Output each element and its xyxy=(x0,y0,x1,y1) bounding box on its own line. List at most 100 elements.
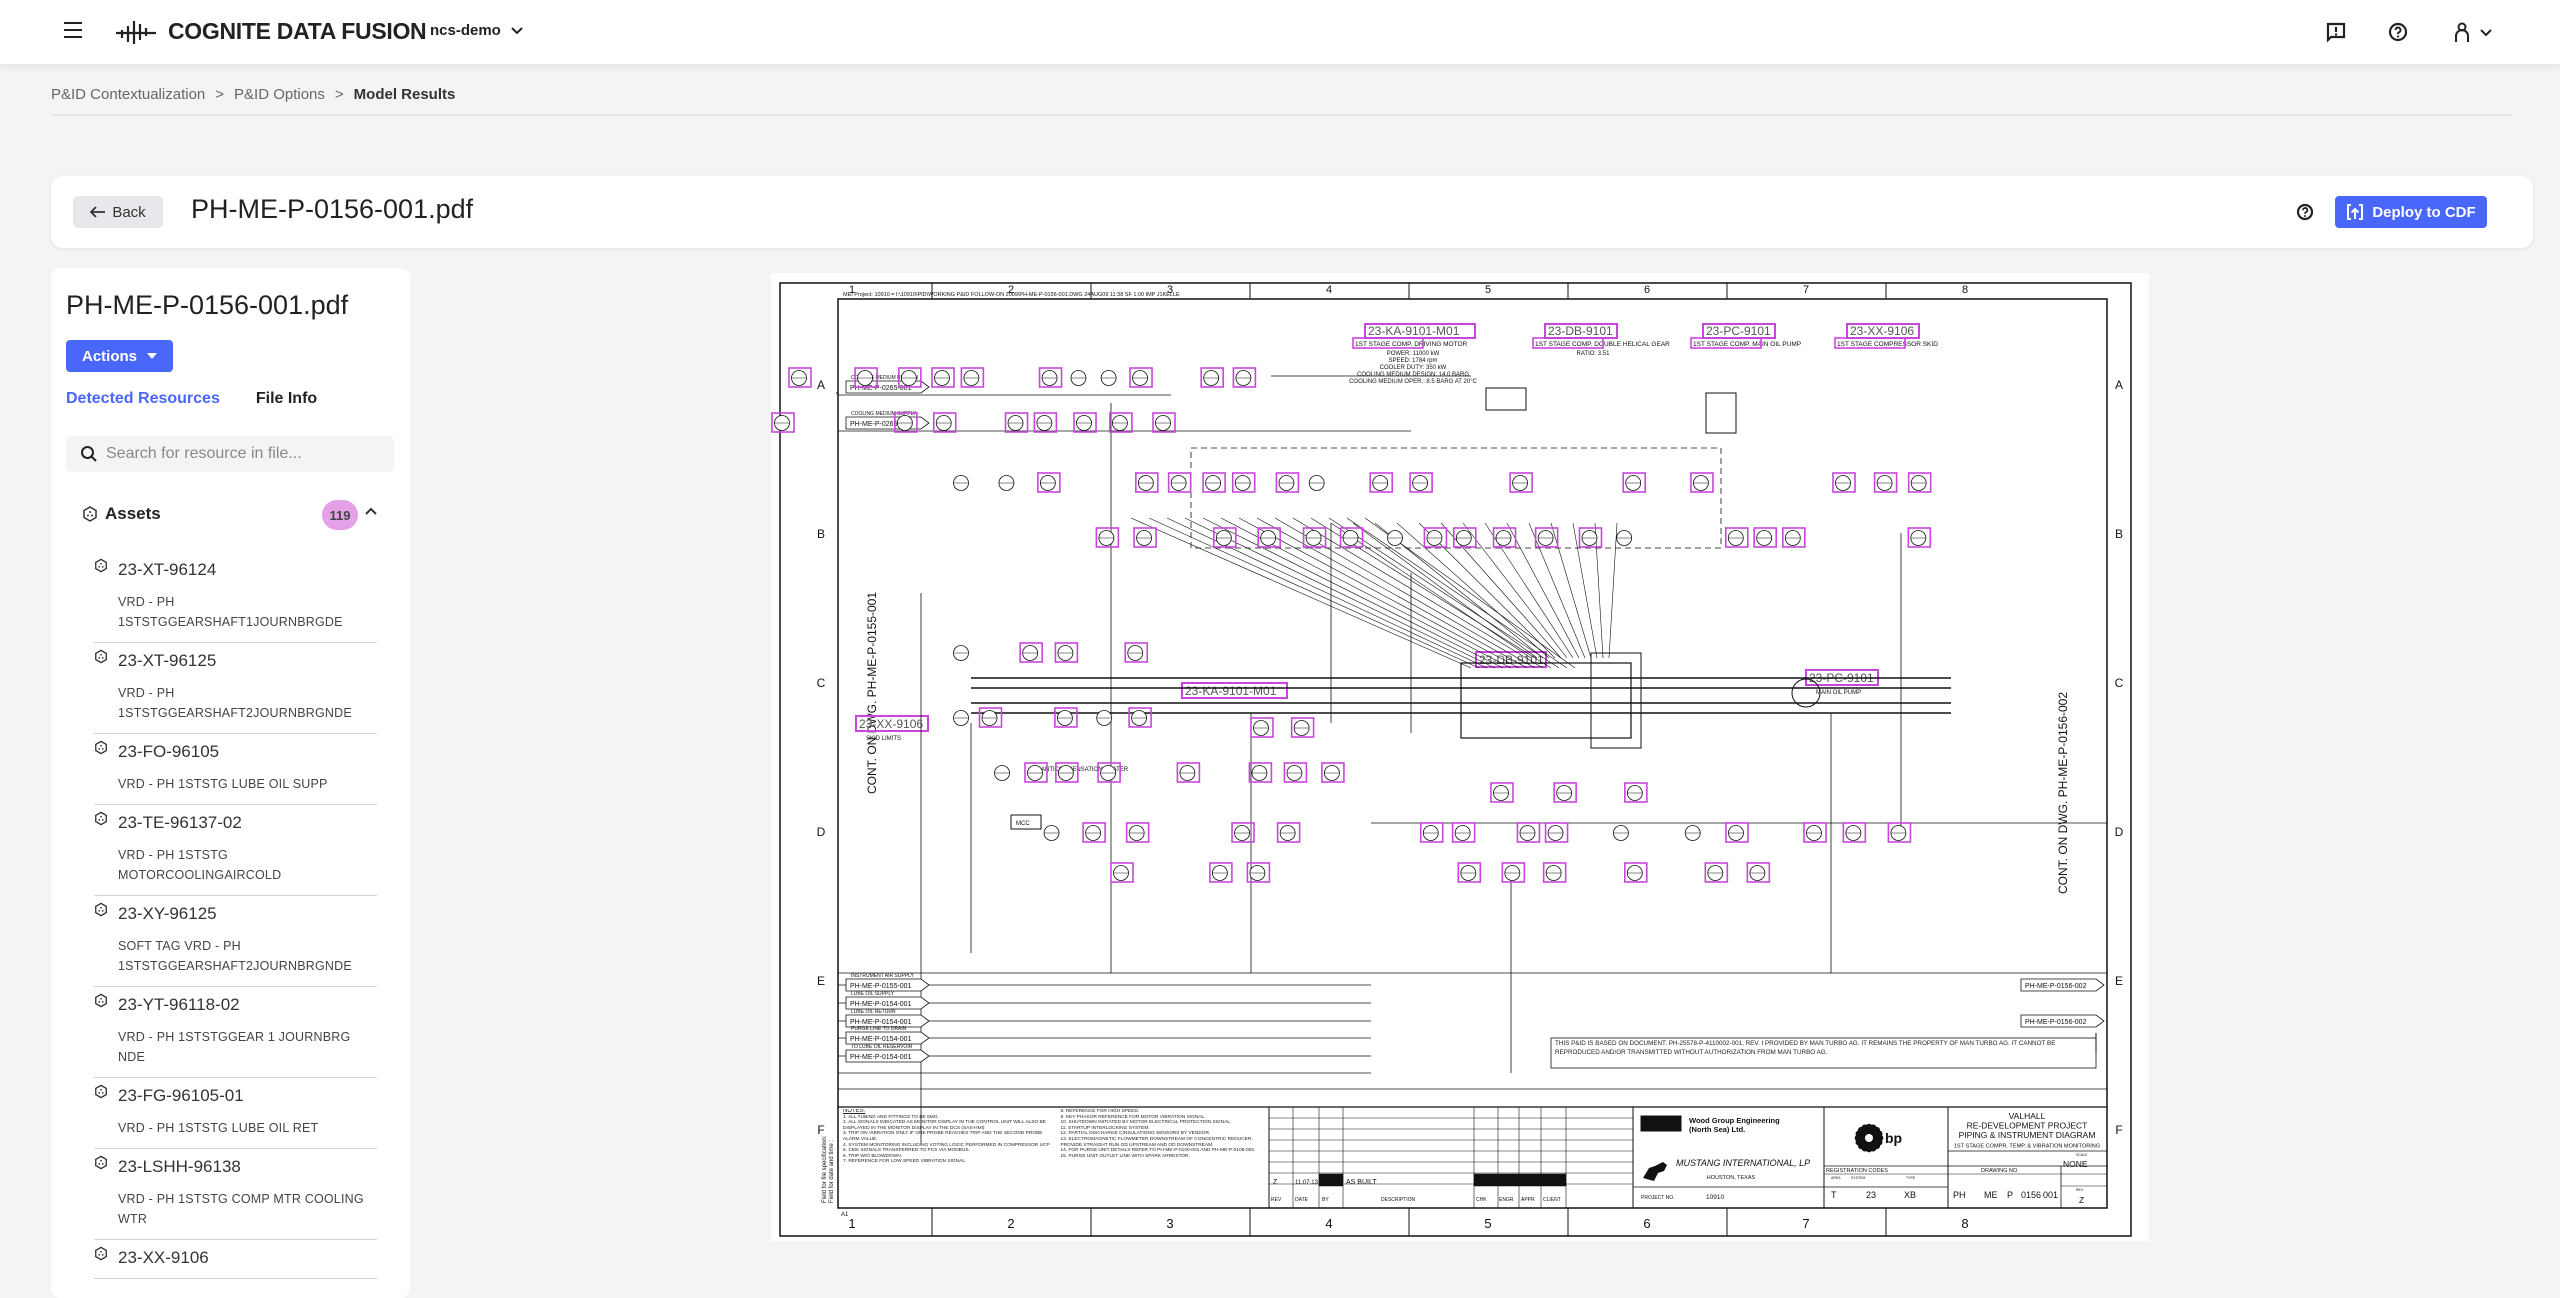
registration-label: REGISTRATION CODES xyxy=(1826,1168,1888,1174)
equipment-label: MCC xyxy=(1016,821,1030,827)
asset-icon xyxy=(95,740,107,755)
mustang-logo xyxy=(1643,1162,1667,1181)
grid-row-label: A xyxy=(2115,378,2123,392)
pid-document-viewer[interactable]: 1 1 2 2 3 3 4 4 5 5 6 6 7 7 8 8 A A B B C C D D E E F F MEI Project:… xyxy=(771,273,2149,1241)
cognite-logo-icon xyxy=(116,21,156,44)
help-icon[interactable] xyxy=(2291,198,2319,226)
asset-icon xyxy=(95,1155,107,1170)
asset-name: 23-XY-96125 xyxy=(118,904,217,923)
partner-location: HOUSTON, TEXAS xyxy=(1707,1175,1756,1181)
feedback-icon[interactable] xyxy=(2322,18,2350,46)
asset-name: 23-FG-96105-01 xyxy=(118,1086,244,1105)
partner-name: MUSTANG INTERNATIONAL, LP xyxy=(1676,1158,1810,1168)
grid-row-label: E xyxy=(817,974,825,988)
wood-group-logo xyxy=(1640,1115,1682,1132)
breadcrumb-pid-contextualization[interactable]: P&ID Contextualization xyxy=(51,86,205,103)
hamburger-menu-icon[interactable] xyxy=(64,22,82,38)
equipment-spec: COOLING MEDIUM OPER.: 8.5 BARG AT 20°C xyxy=(1349,379,1478,385)
back-button[interactable]: Back xyxy=(73,196,163,228)
grid-row-label: D xyxy=(817,825,826,839)
asset-list-item[interactable]: 23-XY-96125 SOFT TAG VRD - PH 1STSTGGEARS… xyxy=(94,896,377,987)
grid-row-label: C xyxy=(817,676,826,690)
rev-value: Z xyxy=(2079,1195,2084,1205)
actions-label: Actions xyxy=(81,347,137,365)
equipment-spec: COOLING MEDIUM DESIGN: 14.0 BARG xyxy=(1357,372,1469,378)
equipment-subtitle: 1ST STAGE COMP. DRIVING MOTOR xyxy=(1355,341,1468,348)
equipment-subtitle: 1ST STAGE COMP. MAIN OIL PUMP xyxy=(1693,341,1801,348)
asset-tag-label: 23-PC-9101 xyxy=(1706,324,1771,338)
asset-list-item[interactable]: 23-FG-96105-01 VRD - PH 1STSTG LUBE OIL R… xyxy=(94,1078,377,1149)
line-reference-label: PH-ME-P-0154-001 xyxy=(850,1019,912,1026)
asset-description: SOFT TAG VRD - PH 1STSTGGEARSHAFT2JOURNB… xyxy=(118,939,352,973)
equipment-spec: COOLER DUTY: 350 kW xyxy=(1380,365,1447,371)
continuation-label: CONT. ON DWG. PH-ME-P-0155-001 xyxy=(865,592,879,794)
field-label: AREA xyxy=(1831,1176,1841,1180)
asset-icon xyxy=(95,649,107,664)
asset-list-item[interactable]: 23-XX-9106 xyxy=(94,1240,377,1279)
actions-dropdown-button[interactable]: Actions xyxy=(66,340,173,372)
grid-column-label: 5 xyxy=(1484,1216,1491,1231)
drawing-no-label: DRAWING NO. xyxy=(1981,1168,2019,1174)
grid-column-label: 7 xyxy=(1802,1216,1809,1231)
resource-search xyxy=(66,436,394,472)
divider xyxy=(51,114,2511,116)
breadcrumb-separator: > xyxy=(334,86,344,103)
asset-name: 23-FO-96105 xyxy=(118,742,220,761)
asset-description: VRD - PH 1STSTGGEARSHAFT2JOURNBRGNDE xyxy=(118,686,352,720)
revision-header: DATE xyxy=(1295,1197,1309,1203)
asset-list-item[interactable]: 23-XT-96124 VRD - PH 1STSTGGEARSHAFT1JOUR… xyxy=(94,552,377,643)
project-selector[interactable]: ncs-demo xyxy=(430,22,523,39)
project-no-label: PROJECT NO. xyxy=(1641,1195,1675,1201)
user-menu-icon[interactable] xyxy=(2448,18,2498,46)
help-icon[interactable] xyxy=(2384,18,2412,46)
rev-fill xyxy=(1473,1173,1567,1187)
pid-drawing[interactable]: 1122334455667788A AB BC CD DE EF FMEI Project:… xyxy=(771,273,2149,1241)
drawing-code-doc_type: P xyxy=(2007,1190,2013,1200)
pipe-line xyxy=(1608,522,1618,659)
asset-name: 23-LSHH-96138 xyxy=(118,1157,241,1176)
asset-description: VRD - PH 1STSTG COMP MTR COOLING WTR xyxy=(118,1192,364,1226)
equipment-spec: POWER: 11000 kW xyxy=(1387,351,1440,357)
asset-tag-label: 23-DB-9101 xyxy=(1548,324,1613,338)
assets-label: Assets xyxy=(105,504,161,523)
title-block-line: 1ST STAGE COMPR. TEMP. & VIBRATION MONIT… xyxy=(1954,1144,2100,1150)
grid-column-label: 2 xyxy=(1007,1216,1014,1231)
arrow-left-icon xyxy=(90,206,106,218)
upload-icon xyxy=(2347,204,2364,220)
breadcrumb: P&ID Contextualization > P&ID Options > Mo… xyxy=(51,86,455,103)
breadcrumb-pid-options[interactable]: P&ID Options xyxy=(234,86,325,103)
revision-header: APPR xyxy=(1521,1197,1535,1203)
equipment-spec: RATIO: 3.51 xyxy=(1577,351,1611,357)
grid-column-label: 6 xyxy=(1644,284,1650,296)
grid-column-label: 3 xyxy=(1166,1216,1173,1231)
tab-file-info[interactable]: File Info xyxy=(256,390,317,408)
asset-list-item[interactable]: 23-TE-96137-02 VRD - PH 1STSTG MOTORCOOLI… xyxy=(94,805,377,896)
asset-list-item[interactable]: 23-YT-96118-02 VRD - PH 1STSTGGEAR 1 JOUR… xyxy=(94,987,377,1078)
pipe-line xyxy=(1130,517,1472,669)
line-reference-title: LUBE OIL RETURN xyxy=(851,1009,896,1015)
tab-detected-resources[interactable]: Detected Resources xyxy=(66,390,220,408)
assets-section-toggle[interactable]: Assets 119 xyxy=(82,500,382,530)
disclaimer-content: THIS P&ID IS BASED ON DOCUMENT: PH-25578… xyxy=(1555,1040,2056,1056)
deploy-to-cdf-button[interactable]: Deploy to CDF xyxy=(2335,196,2487,228)
asset-list-item[interactable]: 23-LSHH-96138 VRD - PH 1STSTG COMP MTR CO… xyxy=(94,1149,377,1240)
grid-row-label: E xyxy=(2115,974,2123,988)
gearbox-outline xyxy=(1460,662,1632,739)
drawing-code-discipline: ME xyxy=(1984,1190,1998,1200)
resource-search-input[interactable] xyxy=(106,445,386,463)
grid-column-label: 6 xyxy=(1643,1216,1650,1231)
chevron-up-icon[interactable] xyxy=(364,506,378,516)
assets-count-badge: 119 xyxy=(322,500,358,530)
asset-icon xyxy=(95,993,107,1008)
grid-row-label: C xyxy=(2115,676,2124,690)
inner-frame xyxy=(837,298,2108,1209)
grid-column-label: 7 xyxy=(1803,284,1809,296)
grid-row-label: F xyxy=(2115,1123,2122,1137)
asset-description: VRD - PH 1STSTG LUBE OIL RET xyxy=(118,1121,319,1135)
line-reference-label: PH-ME-P-0154-001 xyxy=(850,1001,912,1008)
line-reference-label: PH-ME-P-0154-001 xyxy=(850,1036,912,1043)
revision-header: DESCRIPTION xyxy=(1381,1197,1416,1203)
breadcrumb-model-results: Model Results xyxy=(353,86,456,103)
asset-list-item[interactable]: 23-FO-96105 VRD - PH 1STSTG LUBE OIL SUPP xyxy=(94,734,377,805)
asset-list-item[interactable]: 23-XT-96125 VRD - PH 1STSTGGEARSHAFT2JOUR… xyxy=(94,643,377,734)
